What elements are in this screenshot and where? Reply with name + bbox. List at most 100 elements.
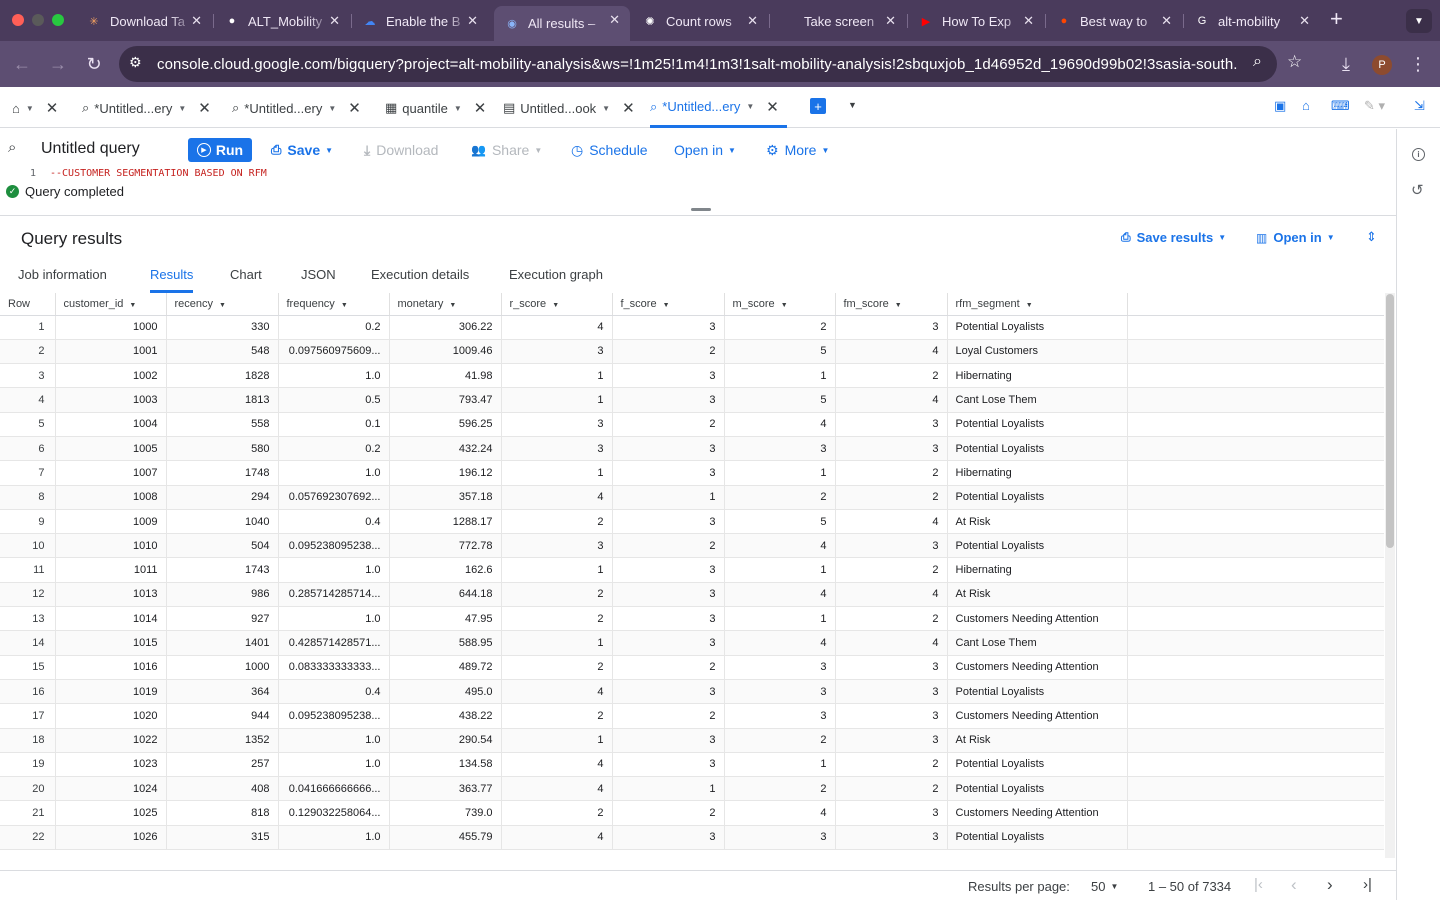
tab-chart[interactable]: Chart: [230, 267, 262, 282]
close-icon[interactable]: ✕: [46, 99, 59, 117]
table-cell[interactable]: 3: [724, 825, 836, 851]
sort-caret-icon[interactable]: ▼: [129, 302, 136, 309]
table-cell[interactable]: 1: [724, 606, 836, 632]
table-cell[interactable]: Potential Loyalists: [947, 679, 1128, 705]
browser-tab[interactable]: ✳ Download Ta ✕: [76, 7, 212, 35]
table-cell[interactable]: 134.58: [389, 752, 502, 778]
profile-avatar[interactable]: P: [1372, 55, 1392, 75]
table-cell[interactable]: 986: [166, 582, 279, 608]
table-cell[interactable]: 2: [835, 776, 948, 802]
table-cell[interactable]: 1813: [166, 387, 279, 413]
table-cell[interactable]: 2: [612, 703, 725, 729]
table-cell[interactable]: 1: [724, 752, 836, 778]
table-cell[interactable]: 5: [724, 339, 836, 365]
table-row[interactable]: 10 1010 504 0.095238095238... 772.78 3 2 4 3 Pote…: [0, 533, 1384, 559]
table-cell[interactable]: 0.285714285714...: [278, 582, 390, 608]
column-header[interactable]: monetary ▼: [389, 293, 502, 316]
column-header[interactable]: fm_score ▼: [835, 293, 948, 316]
table-cell[interactable]: 1013: [55, 582, 167, 608]
table-cell[interactable]: 588.95: [389, 630, 502, 656]
column-header[interactable]: recency ▼: [166, 293, 279, 316]
table-row[interactable]: 14 1015 1401 0.428571428571... 588.95 1 3 4 4 Can…: [0, 630, 1384, 656]
table-cell[interactable]: Loyal Customers: [947, 339, 1128, 365]
table-cell[interactable]: 14: [0, 630, 56, 656]
table-row[interactable]: 2 1001 548 0.097560975609... 1009.46 3 2 5 4 Loya…: [0, 339, 1384, 365]
table-cell[interactable]: 16: [0, 679, 56, 705]
minimize-window-button[interactable]: [32, 14, 44, 26]
table-cell[interactable]: 1014: [55, 606, 167, 632]
table-cell[interactable]: 2: [835, 460, 948, 486]
table-cell[interactable]: 0.097560975609...: [278, 339, 390, 365]
sort-caret-icon[interactable]: ▼: [895, 302, 902, 309]
home-icon[interactable]: ⌂: [1302, 98, 1310, 113]
column-header[interactable]: m_score ▼: [724, 293, 836, 316]
console-tab[interactable]: ⌕ *Untitled...ery ▼ ✕: [232, 88, 361, 128]
table-cell[interactable]: 7: [0, 460, 56, 486]
table-cell[interactable]: 2: [724, 485, 836, 510]
browser-tab[interactable]: ✺ Count rows ✕: [632, 7, 768, 35]
table-cell[interactable]: 1.0: [278, 825, 390, 851]
table-row[interactable]: 19 1023 257 1.0 134.58 4 3 1 2 Potential Loyalist…: [0, 752, 1384, 778]
table-row[interactable]: 9 1009 1040 0.4 1288.17 2 3 5 4 At Risk: [0, 509, 1384, 535]
table-cell[interactable]: Potential Loyalists: [947, 776, 1128, 802]
close-icon[interactable]: ✕: [474, 99, 487, 117]
table-cell[interactable]: 0.129032258064...: [278, 800, 390, 826]
table-cell[interactable]: 1000: [166, 655, 279, 680]
table-cell[interactable]: 580: [166, 436, 279, 462]
reload-button[interactable]: ↻: [81, 51, 107, 77]
table-cell[interactable]: 1026: [55, 825, 167, 851]
table-cell[interactable]: Cant Lose Them: [947, 387, 1128, 413]
table-cell[interactable]: 0.083333333333...: [278, 655, 390, 680]
table-cell[interactable]: At Risk: [947, 582, 1128, 608]
table-cell[interactable]: 1024: [55, 776, 167, 802]
table-cell[interactable]: 18: [0, 728, 56, 753]
table-cell[interactable]: 1011: [55, 557, 167, 583]
table-cell[interactable]: 2: [612, 800, 725, 826]
table-cell[interactable]: 4: [501, 315, 613, 340]
table-cell[interactable]: 11: [0, 557, 56, 583]
table-row[interactable]: 1 1000 330 0.2 306.22 4 3 2 3 Potential Loyalists: [0, 315, 1384, 340]
table-cell[interactable]: 330: [166, 315, 279, 340]
table-cell[interactable]: Potential Loyalists: [947, 436, 1128, 462]
table-cell[interactable]: 3: [612, 606, 725, 632]
tab-execution-details[interactable]: Execution details: [371, 267, 469, 282]
table-cell[interactable]: 9: [0, 509, 56, 535]
collapse-panel-icon[interactable]: ⇲: [1414, 98, 1425, 114]
table-cell[interactable]: Hibernating: [947, 460, 1128, 486]
save-button[interactable]: ⎙ Save ▼: [271, 138, 333, 162]
table-cell[interactable]: 3: [612, 387, 725, 413]
table-cell[interactable]: 0.1: [278, 412, 390, 437]
table-cell[interactable]: 2: [835, 485, 948, 510]
table-cell[interactable]: 4: [835, 509, 948, 535]
table-cell[interactable]: 2: [612, 655, 725, 680]
tab-execution-graph[interactable]: Execution graph: [509, 267, 603, 282]
tab-results[interactable]: Results: [150, 267, 194, 293]
table-cell[interactable]: 3: [501, 412, 613, 437]
table-cell[interactable]: 1748: [166, 460, 279, 486]
results-open-in-button[interactable]: ▥ Open in ▼: [1256, 230, 1335, 245]
table-cell[interactable]: 0.2: [278, 436, 390, 462]
table-cell[interactable]: 1002: [55, 363, 167, 389]
close-tab-icon[interactable]: ✕: [885, 13, 896, 29]
table-cell[interactable]: 4: [724, 630, 836, 656]
close-icon[interactable]: ✕: [766, 98, 779, 116]
table-cell[interactable]: 6: [0, 436, 56, 462]
table-cell[interactable]: 4: [501, 825, 613, 851]
table-cell[interactable]: 17: [0, 703, 56, 729]
table-cell[interactable]: 364: [166, 679, 279, 705]
keyboard-icon[interactable]: ⌨: [1331, 98, 1350, 114]
expand-icon[interactable]: ⇕: [1366, 229, 1377, 245]
table-row[interactable]: 22 1026 315 1.0 455.79 4 3 3 3 Potential Loyalist…: [0, 825, 1384, 851]
table-row[interactable]: 18 1022 1352 1.0 290.54 1 3 2 3 At Risk: [0, 728, 1384, 753]
next-page-icon[interactable]: ›: [1327, 875, 1333, 895]
close-icon[interactable]: ✕: [348, 99, 361, 117]
table-cell[interactable]: 0.057692307692...: [278, 485, 390, 510]
info-icon[interactable]: i: [1412, 148, 1425, 161]
table-cell[interactable]: Potential Loyalists: [947, 485, 1128, 510]
close-tab-icon[interactable]: ✕: [609, 12, 620, 28]
new-tab-plus-icon[interactable]: +: [810, 98, 826, 114]
table-cell[interactable]: 1.0: [278, 752, 390, 778]
table-cell[interactable]: 2: [835, 363, 948, 389]
column-header[interactable]: Row: [0, 293, 56, 316]
table-cell[interactable]: 1.0: [278, 460, 390, 486]
